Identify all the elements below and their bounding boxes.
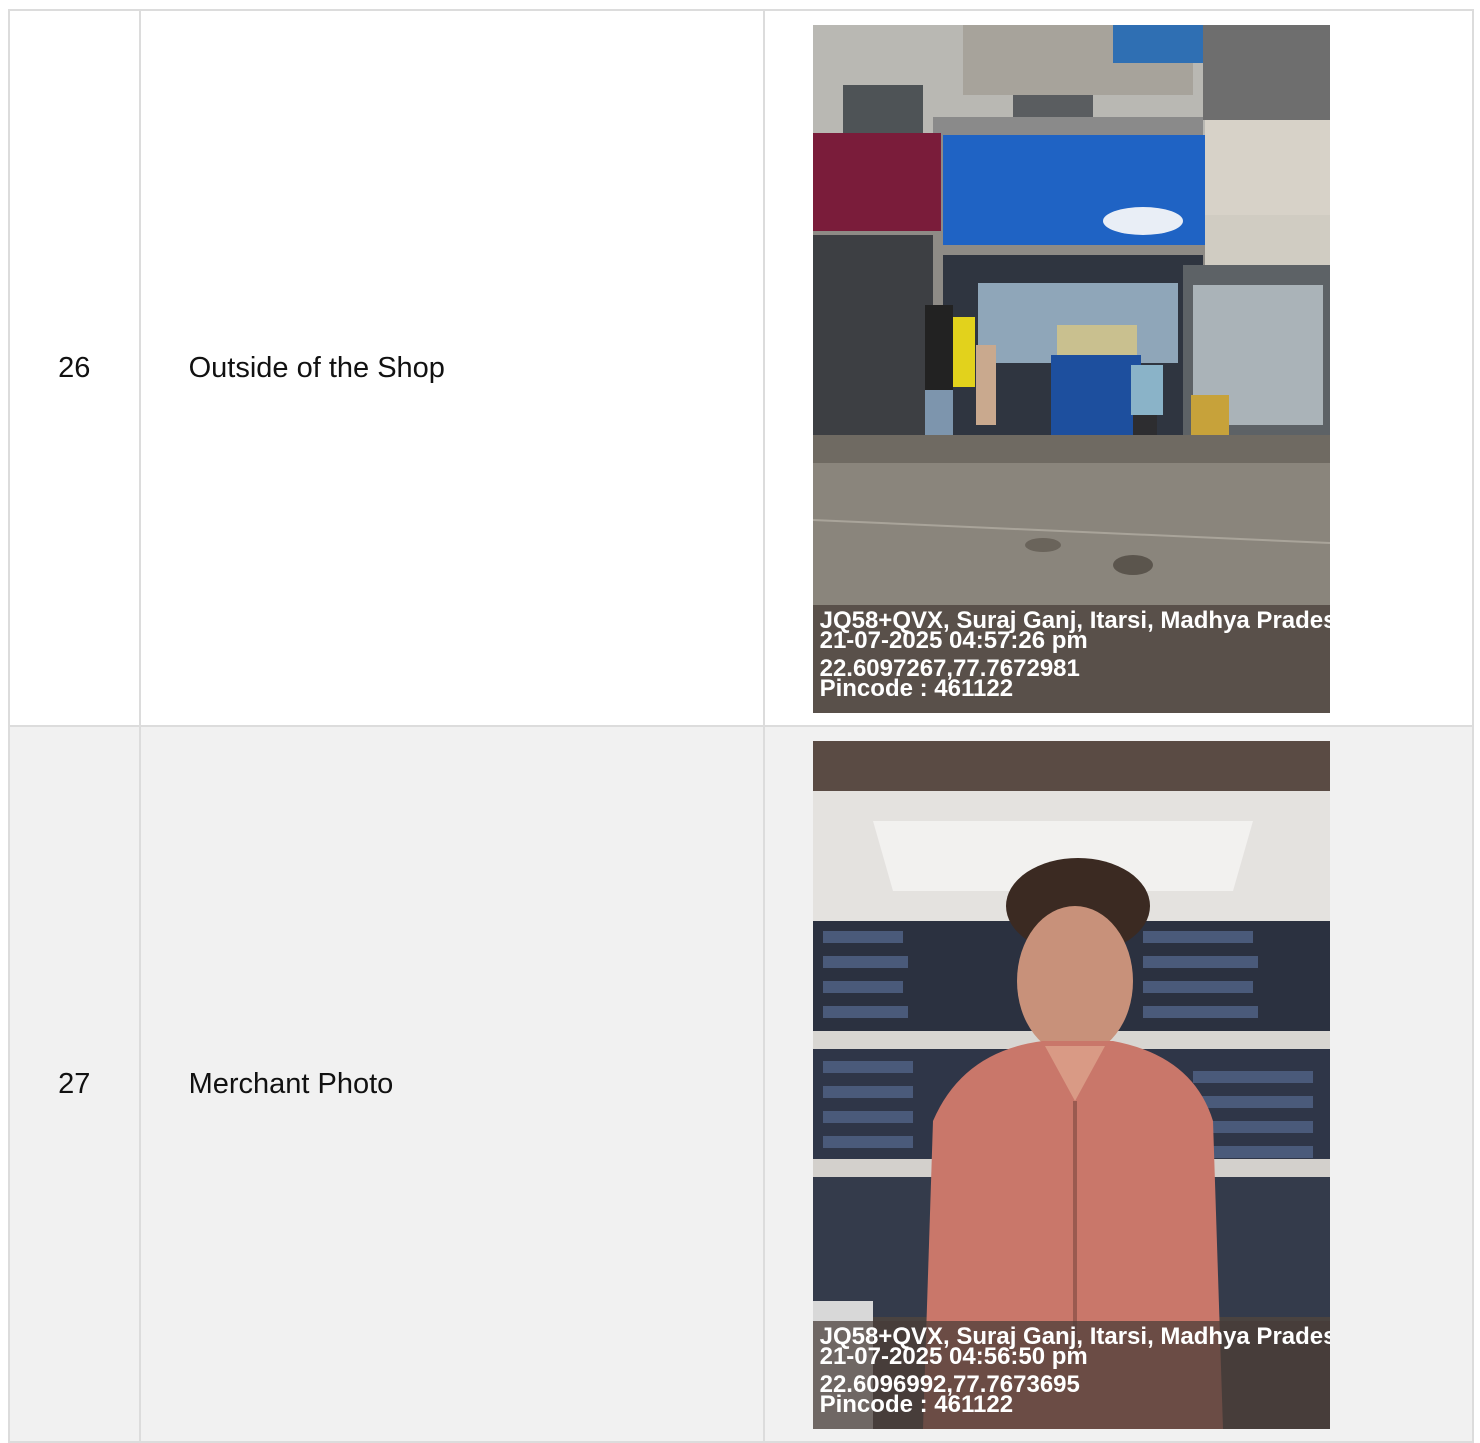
- row-label: Outside of the Shop: [138, 9, 765, 727]
- photo-cell: JQ58+QVX, Suraj Ganj, Itarsi, Madhya Pra…: [762, 725, 1475, 1443]
- photo-cell: JQ58+QVX, Suraj Ganj, Itarsi, Madhya Pra…: [762, 9, 1475, 727]
- geo-stamp: JQ58+QVX, Suraj Ganj, Itarsi, Madhya Pra…: [812, 1321, 1330, 1429]
- geo-stamp: JQ58+QVX, Suraj Ganj, Itarsi, Madhya Pra…: [812, 605, 1330, 713]
- shop-exterior-photo: JQ58+QVX, Suraj Ganj, Itarsi, Madhya Pra…: [812, 25, 1330, 713]
- table-row: 26 Outside of the Shop JQ58+QVX, Suraj G…: [8, 9, 1475, 727]
- table-row: 27 Merchant Photo JQ58+QVX, Suraj Ganj, …: [8, 725, 1475, 1443]
- stamp-datetime: 21-07-2025 04:56:50 pm: [819, 1343, 1088, 1370]
- stamp-datetime: 21-07-2025 04:57:26 pm: [819, 627, 1088, 654]
- merchant-photo: JQ58+QVX, Suraj Ganj, Itarsi, Madhya Pra…: [812, 741, 1330, 1429]
- stamp-pincode: Pincode : 461122: [819, 675, 1014, 702]
- stamp-pincode: Pincode : 461122: [819, 1391, 1014, 1418]
- photo-evidence-table: 26 Outside of the Shop JQ58+QVX, Suraj G…: [8, 9, 1475, 1443]
- row-number: 27: [8, 725, 141, 1443]
- row-number: 26: [8, 9, 141, 727]
- row-label: Merchant Photo: [138, 725, 765, 1443]
